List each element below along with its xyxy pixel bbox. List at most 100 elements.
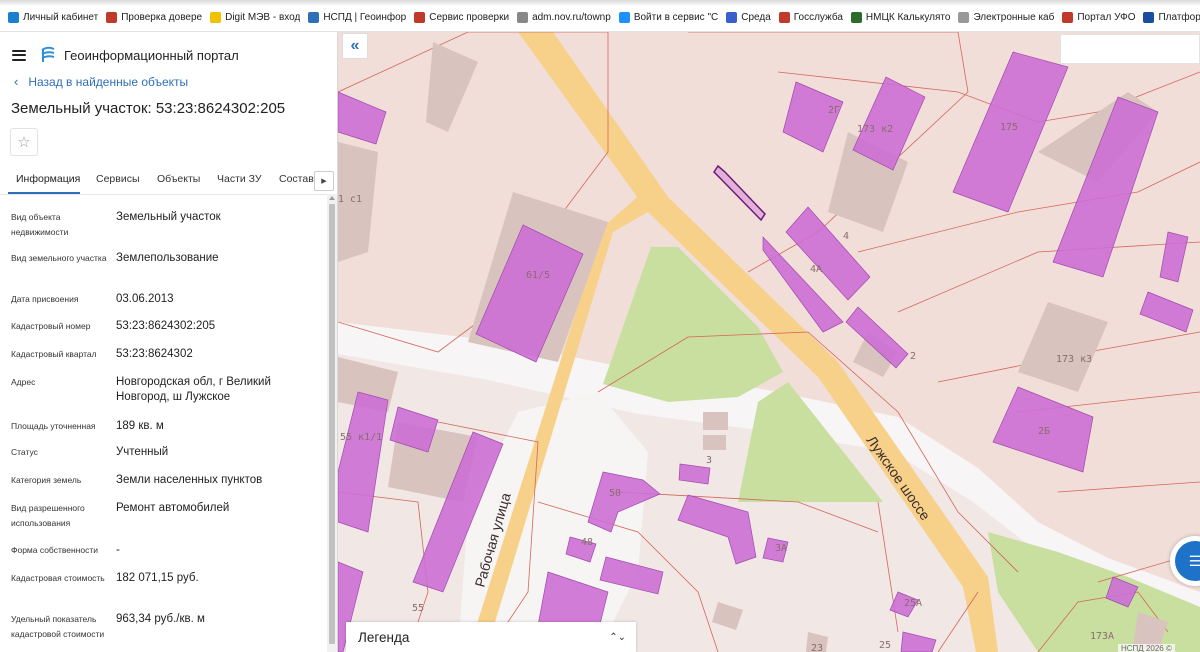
- tabs-scroll-right-button[interactable]: ▶: [314, 171, 334, 191]
- bookmark-label: Войти в сервис "С: [633, 12, 719, 23]
- info-value: 03.06.2013: [116, 293, 174, 305]
- back-to-results-link[interactable]: ‹ Назад в найденные объекты: [14, 74, 188, 89]
- bookmark-item[interactable]: Сервис проверки: [414, 12, 509, 23]
- info-value: Земельный участок: [116, 211, 221, 223]
- info-value: 189 кв. м: [116, 420, 164, 432]
- map-copyright: НСПД 2026 ©: [1118, 644, 1175, 652]
- bookmark-favicon-icon: [308, 12, 320, 23]
- info-value: Новгородская обл, г Великий Новгород, ш …: [116, 376, 271, 403]
- info-label: Дата присвоения: [11, 294, 79, 304]
- bookmark-label: Электронные каб: [973, 12, 1055, 23]
- tab-services[interactable]: Сервисы: [96, 173, 140, 185]
- map-canvas[interactable]: 1 с1 61/5 2Г 173 к2 175 4 4А 2 173 к3 2Б…: [338, 32, 1200, 652]
- map-label: 173 к2: [857, 124, 893, 135]
- bookmark-item[interactable]: Проверка довере: [106, 12, 202, 23]
- info-value: Ремонт автомобилей: [116, 502, 230, 514]
- legend-dropdown[interactable]: Легенда ⌃⌄: [346, 622, 636, 652]
- caret-right-icon: ▶: [321, 178, 327, 185]
- bookmark-item[interactable]: Электронные каб: [958, 12, 1054, 23]
- map-label: 173 к3: [1056, 354, 1092, 365]
- tab-objects[interactable]: Объекты: [157, 173, 200, 185]
- bookmark-favicon-icon: [618, 12, 630, 23]
- bookmark-label: Проверка довере: [121, 12, 203, 23]
- back-link-label: Назад в найденные объекты: [28, 74, 189, 89]
- bookmark-item[interactable]: Портал УФО: [1062, 12, 1135, 23]
- scroll-up-arrow-icon[interactable]: [329, 196, 335, 200]
- info-label: Статус: [11, 447, 38, 457]
- map-label: 3А: [775, 543, 787, 554]
- map-label: 2: [910, 351, 916, 362]
- tab-bar: Информация Сервисы Объекты Части ЗУ Сост…: [0, 167, 338, 195]
- bookmark-item[interactable]: Личный кабинет: [8, 12, 98, 23]
- legend-label: Легенда: [358, 629, 410, 645]
- info-value: -: [116, 544, 120, 556]
- map-label: 1 с1: [338, 194, 362, 205]
- bookmark-item[interactable]: НМЦК Калькулято: [850, 12, 950, 23]
- bookmark-label: НСПД | Геоинфор: [323, 12, 407, 23]
- map-label: 2Б: [1038, 426, 1050, 437]
- info-value: 53:23:8624302: [116, 348, 193, 360]
- selected-parcel-outline: [713, 164, 766, 222]
- map-view[interactable]: 1 с1 61/5 2Г 173 к2 175 4 4А 2 173 к3 2Б…: [338, 32, 1200, 652]
- bookmark-favicon-icon: [106, 12, 118, 23]
- portal-header: Геоинформационный портал: [0, 32, 337, 78]
- info-panel: Геоинформационный портал ‹ Назад в найде…: [0, 32, 338, 652]
- tab-parts[interactable]: Части ЗУ: [217, 173, 262, 185]
- info-label: Кадастровый квартал: [11, 349, 97, 359]
- info-label: Вид разрешенного использования: [11, 503, 85, 528]
- menu-icon[interactable]: [12, 49, 26, 61]
- info-label: Вид земельного участка: [11, 253, 107, 263]
- bookmark-favicon-icon: [210, 12, 222, 23]
- bookmark-favicon-icon: [517, 12, 529, 23]
- favorite-button[interactable]: ☆: [10, 128, 38, 156]
- info-label: Кадастровый номер: [11, 321, 91, 331]
- bookmark-label: adm.nov.ru/townp: [532, 12, 611, 23]
- bookmark-item[interactable]: Платформа госуд: [1143, 12, 1200, 23]
- bookmark-item[interactable]: Среда: [726, 12, 771, 23]
- map-label: 3: [706, 455, 712, 466]
- bookmark-favicon-icon: [8, 12, 19, 23]
- map-label: 61/5: [526, 270, 550, 281]
- scroll-thumb[interactable]: [329, 204, 335, 644]
- expand-icon: ⌃⌄: [609, 631, 626, 643]
- bookmark-label: Портал УФО: [1077, 12, 1136, 23]
- bookmark-item[interactable]: Госслужба: [778, 12, 843, 23]
- bookmark-label: Госслужба: [793, 12, 843, 23]
- info-value: 182 071,15 руб.: [116, 572, 199, 584]
- bookmark-label: Среда: [741, 12, 771, 23]
- bookmark-item[interactable]: НСПД | Геоинфор: [308, 12, 406, 23]
- info-value: Земли населенных пунктов: [116, 474, 263, 486]
- bookmark-favicon-icon: [414, 12, 426, 23]
- star-icon: ☆: [17, 134, 31, 151]
- map-label: 173А: [1090, 631, 1114, 642]
- chat-icon: ☰: [1175, 541, 1200, 581]
- tab-composition[interactable]: Состав: [279, 173, 314, 185]
- map-label: 23: [811, 643, 823, 652]
- portal-title: Геоинформационный портал: [64, 47, 239, 63]
- bookmark-favicon-icon: [726, 12, 738, 23]
- bookmark-label: Сервис проверки: [429, 12, 510, 23]
- bookmark-label: Digit МЭВ - вход: [225, 12, 301, 23]
- map-label: 25: [879, 640, 891, 651]
- map-search-box[interactable]: [1060, 34, 1200, 64]
- bookmark-item[interactable]: Digit МЭВ - вход: [210, 12, 300, 23]
- bookmark-favicon-icon: [778, 12, 790, 23]
- info-value: 53:23:8624302:205: [116, 320, 216, 332]
- info-list: Вид объекта недвижимости Земельный участ…: [0, 202, 326, 652]
- map-label: 25А: [904, 598, 922, 609]
- info-label: Адрес: [11, 377, 36, 387]
- bookmark-favicon-icon: [1143, 12, 1155, 23]
- browser-chrome-edge: [0, 0, 1200, 6]
- bookmark-favicon-icon: [1062, 12, 1074, 23]
- info-value: Учтенный: [116, 446, 169, 458]
- map-label: 55: [412, 603, 424, 614]
- info-scrollbar[interactable]: [327, 194, 337, 652]
- info-value: 963,34 руб./кв. м: [116, 613, 205, 625]
- bookmark-item[interactable]: adm.nov.ru/townp: [517, 12, 611, 23]
- map-label: 4: [843, 231, 849, 242]
- info-label: Кадастровая стоимость: [11, 573, 105, 583]
- bookmark-item[interactable]: Войти в сервис "С: [618, 12, 719, 23]
- bookmark-label: Платформа госуд: [1158, 12, 1200, 23]
- tab-info[interactable]: Информация: [16, 173, 80, 185]
- collapse-panel-button[interactable]: «: [342, 33, 368, 59]
